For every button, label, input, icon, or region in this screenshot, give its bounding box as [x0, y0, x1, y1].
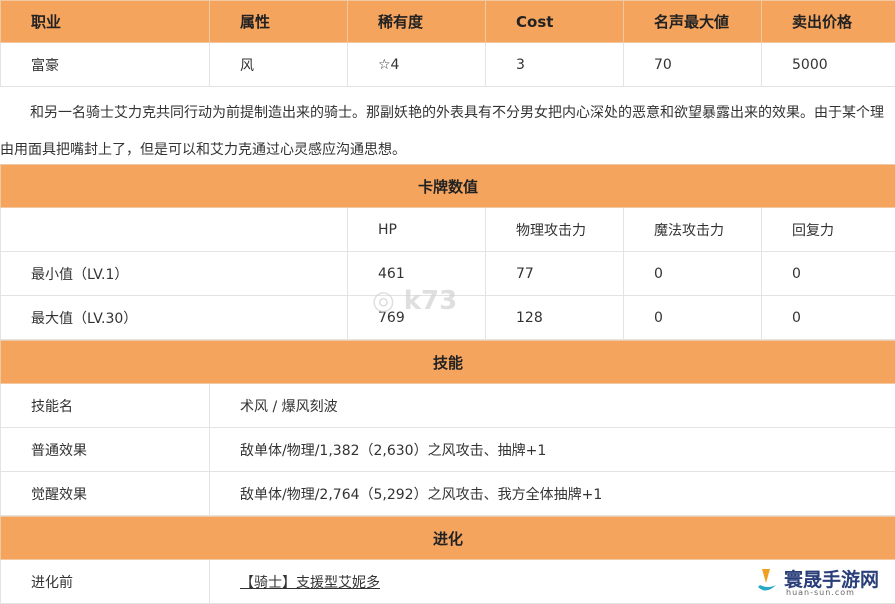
min-physical-attack: 77 — [486, 252, 624, 296]
table-row: 觉醒效果 敌单体/物理/2,764（5,292）之风攻击、我方全体抽牌+1 — [1, 472, 895, 516]
max-recovery: 0 — [762, 296, 895, 340]
k73-watermark: ◎ k73 — [372, 286, 457, 316]
description-text: 和另一名骑士艾力克共同行动为前提制造出来的骑士。那副妖艳的外表具有不分男女把内心… — [0, 95, 895, 169]
info-max-fame: 70 — [624, 43, 762, 87]
logo-url: huan-sun.com — [786, 588, 855, 597]
table-row: 技能名 术风 / 爆风刻波 — [1, 384, 895, 428]
info-attribute: 风 — [210, 43, 348, 87]
evolution-before-link[interactable]: 【骑士】支援型艾妮多 — [240, 575, 380, 591]
col-hp: HP — [348, 208, 486, 252]
header-cost: Cost — [486, 1, 624, 43]
skill-awaken-label: 觉醒效果 — [1, 472, 210, 516]
evolution-title: 进化 — [1, 517, 895, 560]
info-header-row: 职业 属性 稀有度 Cost 名声最大値 卖出价格 — [1, 1, 895, 43]
info-rarity: ☆4 — [348, 43, 486, 87]
header-sell-price: 卖出价格 — [762, 1, 895, 43]
header-rarity: 稀有度 — [348, 1, 486, 43]
skill-awaken-value: 敌单体/物理/2,764（5,292）之风攻击、我方全体抽牌+1 — [210, 472, 895, 516]
header-job: 职业 — [1, 1, 210, 43]
table-row: 普通效果 敌单体/物理/1,382（2,630）之风攻击、抽牌+1 — [1, 428, 895, 472]
gamepad-icon: ◎ — [372, 286, 395, 316]
header-max-fame: 名声最大値 — [624, 1, 762, 43]
info-cost: 3 — [486, 43, 624, 87]
skill-normal-label: 普通效果 — [1, 428, 210, 472]
info-sell-price: 5000 — [762, 43, 895, 87]
skill-title: 技能 — [1, 341, 895, 384]
skill-normal-value: 敌单体/物理/1,382（2,630）之风攻击、抽牌+1 — [210, 428, 895, 472]
card-stats-title-row: 卡牌数值 — [1, 165, 895, 208]
card-stats-column-row: HP 物理攻击力 魔法攻击力 回复力 — [1, 208, 895, 252]
col-magic-attack: 魔法攻击力 — [624, 208, 762, 252]
site-logo: 寰晟手游网 huan-sun.com — [752, 561, 895, 600]
skill-name-value: 术风 / 爆风刻波 — [210, 384, 895, 428]
info-table: 职业 属性 稀有度 Cost 名声最大値 卖出价格 富豪 风 ☆4 3 70 5… — [0, 0, 895, 87]
page: 职业 属性 稀有度 Cost 名声最大値 卖出价格 富豪 风 ☆4 3 70 5… — [0, 0, 895, 600]
min-magic-attack: 0 — [624, 252, 762, 296]
header-attribute: 属性 — [210, 1, 348, 43]
evolution-title-row: 进化 — [1, 517, 895, 560]
row-label-min: 最小值（LV.1） — [1, 252, 348, 296]
max-physical-attack: 128 — [486, 296, 624, 340]
info-job: 富豪 — [1, 43, 210, 87]
col-physical-attack: 物理攻击力 — [486, 208, 624, 252]
max-magic-attack: 0 — [624, 296, 762, 340]
col-recovery: 回复力 — [762, 208, 895, 252]
card-stats-empty-cell — [1, 208, 348, 252]
evolution-before-label: 进化前 — [1, 560, 210, 604]
watermark-text: k73 — [404, 286, 457, 316]
card-stats-title: 卡牌数值 — [1, 165, 895, 208]
logo-mark-icon — [752, 565, 780, 595]
skill-table: 技能 技能名 术风 / 爆风刻波 普通效果 敌单体/物理/1,382（2,630… — [0, 340, 895, 516]
min-recovery: 0 — [762, 252, 895, 296]
skill-name-label: 技能名 — [1, 384, 210, 428]
info-row: 富豪 风 ☆4 3 70 5000 — [1, 43, 895, 87]
skill-title-row: 技能 — [1, 341, 895, 384]
description: 和另一名骑士艾力克共同行动为前提制造出来的骑士。那副妖艳的外表具有不分男女把内心… — [0, 87, 895, 164]
row-label-max: 最大值（LV.30） — [1, 296, 348, 340]
